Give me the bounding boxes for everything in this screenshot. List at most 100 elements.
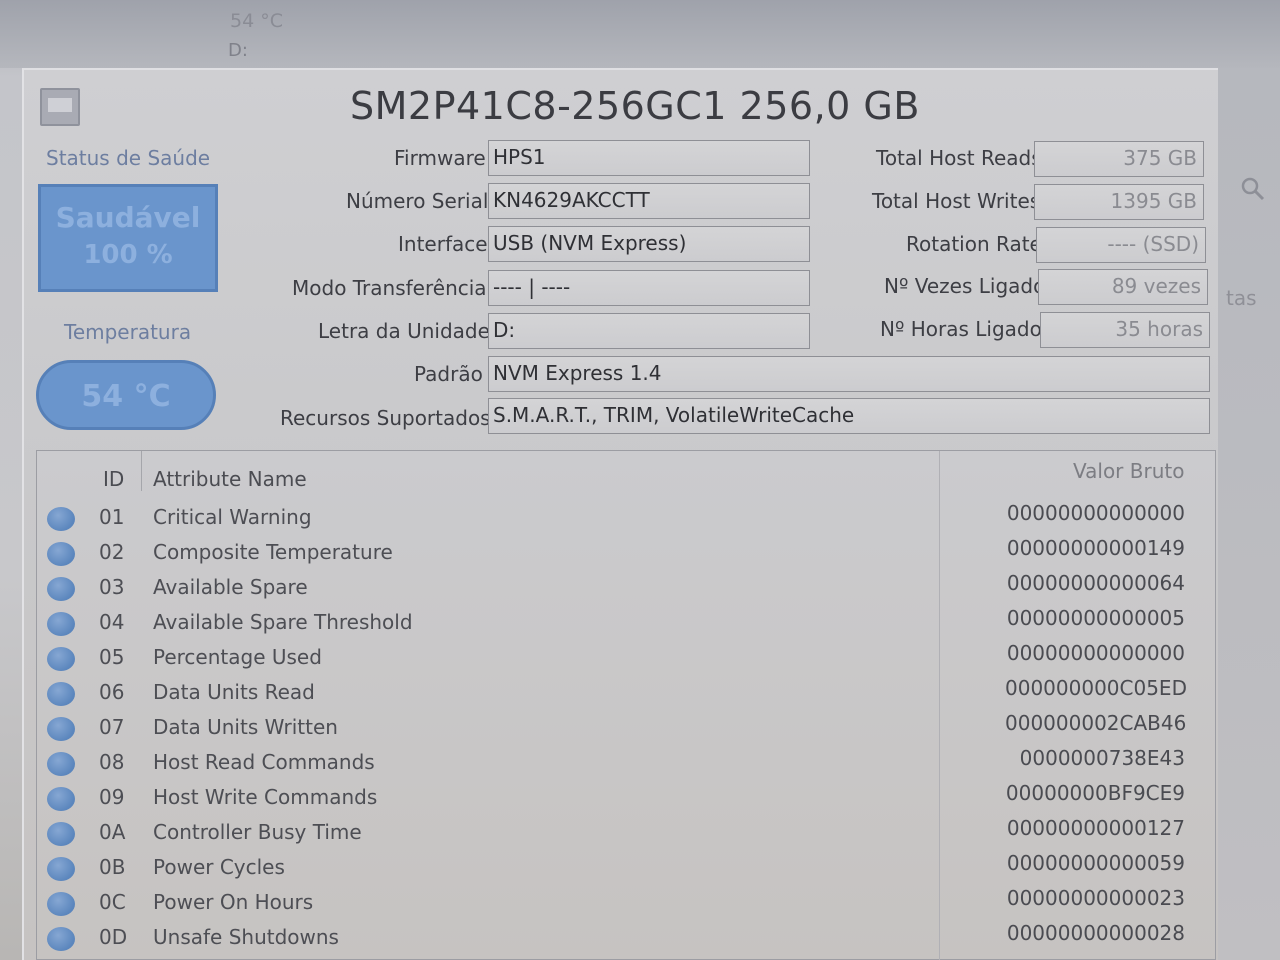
standard-label: Padrão [414, 362, 483, 386]
column-divider [141, 451, 142, 491]
drive-letter-field: D: [488, 313, 810, 349]
temperature-label: Temperatura [64, 320, 192, 344]
status-dot-icon [47, 577, 75, 601]
status-dot-icon [47, 787, 75, 811]
status-dot-icon [47, 542, 75, 566]
attribute-raw-value: 00000000000005 [1006, 606, 1185, 630]
drive-letter-label: Letra da Unidade [318, 319, 490, 343]
health-status-text: Saudável [55, 201, 201, 234]
table-row[interactable]: 0B Power Cycles 00000000000059 [37, 851, 1217, 886]
attribute-id: 02 [99, 540, 125, 564]
attribute-name: Unsafe Shutdowns [153, 925, 339, 949]
attribute-name: Available Spare Threshold [153, 610, 413, 634]
total-host-reads-label: Total Host Reads [876, 146, 1042, 170]
status-dot-icon [47, 857, 75, 881]
attribute-name: Available Spare [153, 575, 308, 599]
attribute-id: 05 [99, 645, 125, 669]
table-row[interactable]: 0C Power On Hours 00000000000023 [37, 886, 1217, 921]
power-hours-field: 35 horas [1040, 312, 1210, 348]
firmware-field: HPS1 [488, 140, 810, 176]
transfer-mode-field: ---- | ---- [488, 270, 810, 306]
features-field: S.M.A.R.T., TRIM, VolatileWriteCache [488, 398, 1210, 434]
serial-label: Número Serial [346, 189, 489, 213]
attribute-raw-value: 00000000000059 [1006, 851, 1185, 875]
transfer-mode-label: Modo Transferência [292, 276, 487, 300]
attribute-raw-value: 000000002CAB46 [1005, 711, 1187, 735]
status-dot-icon [47, 717, 75, 741]
status-dot-icon [47, 927, 75, 951]
temperature-button[interactable]: 54 °C [36, 360, 216, 430]
table-row[interactable]: 07 Data Units Written 000000002CAB46 [37, 711, 1217, 746]
status-dot-icon [47, 682, 75, 706]
health-percent: 100 % [83, 240, 173, 270]
attribute-name: Power On Hours [153, 890, 314, 914]
attribute-id: 06 [99, 680, 125, 704]
attribute-name: Power Cycles [153, 855, 285, 879]
drive-tab-temperature[interactable]: 54 °C [230, 10, 283, 32]
drive-tabs-strip: 54 °C D: [0, 0, 1280, 68]
firmware-label: Firmware [394, 146, 486, 170]
drive-tab-letter[interactable]: D: [228, 40, 248, 61]
attribute-raw-value: 00000000000000 [1006, 641, 1185, 665]
table-row[interactable]: 01 Critical Warning 00000000000000 [37, 501, 1217, 536]
attribute-name: Host Read Commands [153, 750, 375, 774]
screen: 54 °C D: tas SM2P41C8-256GC1 256,0 GB St… [0, 0, 1280, 960]
attribute-name: Percentage Used [153, 645, 322, 669]
attribute-name: Critical Warning [153, 505, 312, 529]
attribute-raw-value: 00000000000000 [1006, 501, 1185, 525]
table-row[interactable]: 05 Percentage Used 00000000000000 [37, 641, 1217, 676]
features-label: Recursos Suportados [280, 406, 491, 430]
status-dot-icon [47, 507, 75, 531]
table-row[interactable]: 03 Available Spare 00000000000064 [37, 571, 1217, 606]
interface-field: USB (NVM Express) [488, 226, 810, 262]
smart-attributes-table: ID Attribute Name Valor Bruto 01 Critical… [36, 450, 1216, 960]
attribute-raw-value: 00000000BF9CE9 [1005, 781, 1185, 805]
standard-field: NVM Express 1.4 [488, 356, 1210, 392]
rotation-rate-label: Rotation Rate [906, 232, 1042, 256]
attribute-name: Composite Temperature [153, 540, 393, 564]
status-dot-icon [47, 892, 75, 916]
table-row[interactable]: 04 Available Spare Threshold 0000000000000… [37, 606, 1217, 641]
attribute-id: 04 [99, 610, 125, 634]
attribute-name: Data Units Written [153, 715, 338, 739]
total-host-writes-field: 1395 GB [1034, 184, 1204, 220]
interface-label: Interface [398, 232, 488, 256]
health-status-label: Status de Saúde [46, 146, 211, 170]
drive-title: SM2P41C8-256GC1 256,0 GB [350, 84, 920, 128]
attribute-id: 08 [99, 750, 125, 774]
attribute-raw-value: 00000000000127 [1006, 816, 1185, 840]
table-row[interactable]: 09 Host Write Commands 00000000BF9CE9 [37, 781, 1217, 816]
attribute-raw-value: 00000000000028 [1006, 921, 1185, 945]
background-text: tas [1226, 286, 1257, 310]
status-dot-icon [47, 612, 75, 636]
attribute-name: Host Write Commands [153, 785, 378, 809]
table-row[interactable]: 08 Host Read Commands 0000000738E43 [37, 746, 1217, 781]
attribute-raw-value: 00000000000023 [1006, 886, 1185, 910]
column-header-attribute-name[interactable]: Attribute Name [153, 467, 307, 491]
attribute-raw-value: 0000000738E43 [1019, 746, 1185, 770]
attribute-id: 0B [99, 855, 126, 879]
attribute-raw-value: 00000000000149 [1006, 536, 1185, 560]
health-status-button[interactable]: Saudável 100 % [38, 184, 218, 292]
attribute-id: 0A [99, 820, 126, 844]
search-icon[interactable] [1240, 176, 1266, 202]
table-row[interactable]: 0A Controller Busy Time 00000000000127 [37, 816, 1217, 851]
total-host-writes-label: Total Host Writes [872, 189, 1041, 213]
attribute-id: 01 [99, 505, 125, 529]
status-dot-icon [47, 647, 75, 671]
attribute-id: 0D [99, 925, 128, 949]
rotation-rate-field: ---- (SSD) [1036, 227, 1206, 263]
column-header-id[interactable]: ID [103, 467, 124, 491]
attribute-name: Controller Busy Time [153, 820, 362, 844]
status-dot-icon [47, 752, 75, 776]
serial-field: KN4629AKCCTT [488, 183, 810, 219]
attribute-id: 07 [99, 715, 125, 739]
table-row[interactable]: 0D Unsafe Shutdowns 00000000000028 [37, 921, 1217, 956]
power-count-label: Nº Vezes Ligado [884, 274, 1046, 298]
power-count-field: 89 vezes [1038, 269, 1208, 305]
table-row[interactable]: 02 Composite Temperature 00000000000149 [37, 536, 1217, 571]
column-header-raw-value[interactable]: Valor Bruto [1073, 459, 1184, 483]
attribute-raw-value: 000000000C05ED [1005, 676, 1187, 700]
table-row[interactable]: 06 Data Units Read 000000000C05ED [37, 676, 1217, 711]
attribute-id: 0C [99, 890, 126, 914]
